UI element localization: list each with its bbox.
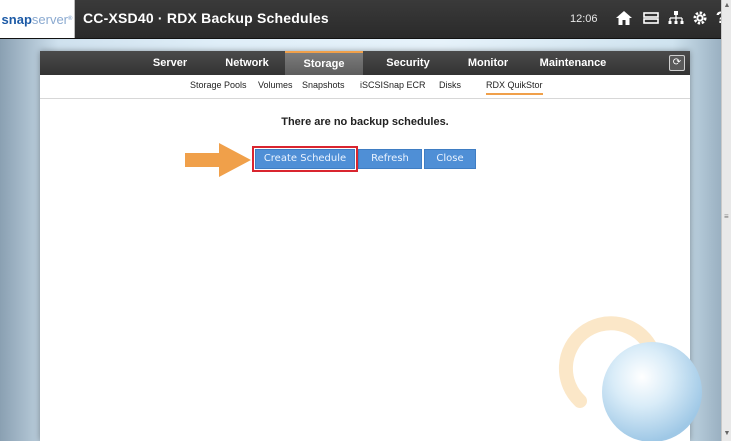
network-icon[interactable] [665, 7, 687, 29]
subnav-disks[interactable]: Disks [439, 80, 461, 90]
logo-server: server [31, 11, 69, 27]
subnav-volumes[interactable]: Volumes [258, 80, 293, 90]
page-title: CC-XSD40 · RDX Backup Schedules [83, 10, 329, 26]
subnav-iscsi[interactable]: iSCSI [360, 80, 383, 90]
subnav-storage-pools[interactable]: Storage Pools [190, 80, 247, 90]
nav-security[interactable]: Security [373, 51, 443, 75]
nav-storage[interactable]: Storage [285, 51, 363, 75]
empty-state-message: There are no backup schedules. [281, 116, 449, 128]
logo-tm-mark: ® [68, 16, 73, 22]
settings-icon[interactable] [689, 7, 711, 29]
subnav-snap-ecr[interactable]: Snap ECR [383, 80, 426, 90]
refresh-icon[interactable]: ⟳ [669, 55, 685, 71]
nav-maintenance[interactable]: Maintenance [530, 51, 616, 75]
app-window: Server Network Storage Security Monitor … [40, 51, 702, 441]
main-nav: Server Network Storage Security Monitor … [40, 51, 690, 75]
logo-snap: snap [1, 11, 32, 27]
create-schedule-button[interactable]: Create Schedule [252, 146, 358, 172]
nav-monitor[interactable]: Monitor [456, 51, 520, 75]
scroll-up-arrow-icon[interactable]: ▲ [722, 2, 731, 9]
clock: 12:06 [570, 13, 598, 25]
nav-server[interactable]: Server [140, 51, 200, 75]
storage-icon[interactable] [640, 7, 662, 29]
close-button[interactable]: Close [424, 149, 476, 169]
pointer-arrow-icon [185, 143, 251, 177]
snapserver-logo[interactable]: snap server ® [0, 0, 75, 38]
cloud-watermark-icon [558, 316, 702, 441]
subnav-snapshots[interactable]: Snapshots [302, 80, 345, 90]
top-header: snap server ® CC-XSD40 · RDX Backup Schedu… [0, 0, 731, 39]
sub-nav: Storage Pools Volumes Snapshots iSCSI Sn… [40, 75, 690, 99]
scroll-grip-icon[interactable]: ≡ [724, 213, 730, 221]
home-icon[interactable] [613, 7, 635, 29]
refresh-button[interactable]: Refresh [358, 149, 422, 169]
subnav-rdx-quikstor[interactable]: RDX QuikStor [486, 80, 543, 95]
nav-network[interactable]: Network [212, 51, 282, 75]
